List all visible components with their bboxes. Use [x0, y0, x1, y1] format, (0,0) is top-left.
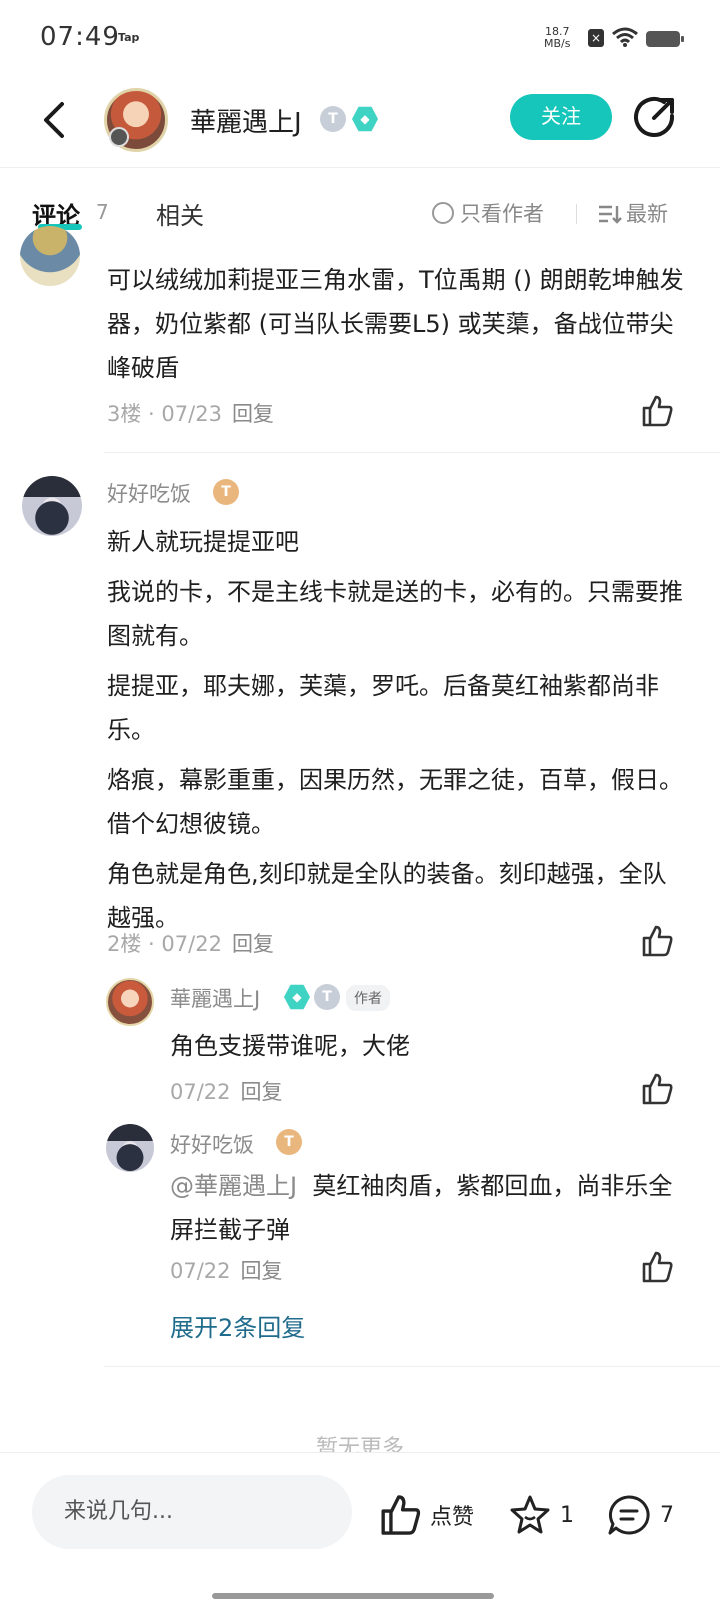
- comment-divider: [104, 1366, 720, 1367]
- follow-button[interactable]: 关注: [510, 94, 612, 140]
- wifi-icon: [612, 27, 638, 47]
- author-name[interactable]: 華麗遇上J: [190, 102, 302, 139]
- comment-meta: 3楼 · 07/23 回复: [107, 402, 274, 426]
- net-speed: 18.7 MB/s: [544, 25, 571, 50]
- expand-replies-link[interactable]: 展开2条回复: [170, 1308, 305, 1343]
- like-icon[interactable]: [640, 1250, 674, 1284]
- back-arrow-icon[interactable]: [36, 98, 76, 142]
- comment-divider: [104, 452, 720, 453]
- level-t2-badge-icon: T: [314, 984, 340, 1010]
- verified-hex-badge-icon: ◆: [352, 106, 378, 132]
- reply-meta: 07/22 回复: [170, 1080, 283, 1104]
- comment-input[interactable]: 来说几句...: [32, 1475, 352, 1549]
- home-indicator: [212, 1593, 494, 1599]
- reply-text: 角色支援带谁呢，大佬: [170, 1032, 410, 1060]
- like-icon[interactable]: [640, 394, 674, 428]
- no-sim-icon: ×: [588, 29, 604, 47]
- comment-tabs: 评论 7 相关 只看作者 最新: [0, 168, 720, 252]
- sort-toggle[interactable]: 最新: [598, 198, 668, 228]
- star-icon: [510, 1495, 550, 1534]
- carrier-tag: Tap: [118, 31, 140, 44]
- tab-related[interactable]: 相关: [156, 196, 204, 231]
- level-t6-badge-icon: T: [213, 479, 239, 505]
- level-t6-badge-icon: T: [276, 1129, 302, 1155]
- top-nav-bar: 華麗遇上J T ◆ 关注: [0, 76, 720, 168]
- battery-icon: [646, 31, 684, 47]
- verified-hex-badge-icon: ◆: [284, 984, 310, 1010]
- avatar-badge-icon: [109, 127, 129, 147]
- share-icon[interactable]: [634, 96, 676, 138]
- replier-name[interactable]: 好好吃饭: [170, 1129, 254, 1159]
- commenter-avatar[interactable]: [22, 476, 82, 536]
- commenter-avatar[interactable]: [20, 226, 80, 286]
- divider: [576, 204, 577, 224]
- commenter-name[interactable]: 好好吃饭: [107, 478, 191, 508]
- reply-button[interactable]: 回复: [241, 1259, 283, 1283]
- bottom-action-bar: 来说几句... 点赞 1 7: [0, 1452, 720, 1600]
- like-icon[interactable]: [640, 924, 674, 958]
- reply-meta: 07/22 回复: [170, 1259, 283, 1283]
- comments-button[interactable]: 7: [606, 1493, 674, 1537]
- like-icon[interactable]: [640, 1072, 674, 1106]
- tab-comments-count: 7: [96, 200, 109, 224]
- author-avatar[interactable]: [104, 88, 168, 152]
- status-bar: 07:49 Tap 18.7 MB/s ×: [0, 0, 720, 76]
- comment-text: 新人就玩提提亚吧 我说的卡，不是主线卡就是送的卡，必有的。只需要推图就有。 提提…: [107, 528, 683, 932]
- favorite-button[interactable]: 1: [508, 1493, 574, 1537]
- reply-button[interactable]: 回复: [241, 1080, 283, 1104]
- author-tag: 作者: [346, 985, 390, 1011]
- level-t2-badge-icon: T: [320, 106, 346, 132]
- replier-avatar[interactable]: [106, 1124, 154, 1172]
- radio-circle-icon: [432, 202, 454, 224]
- thumbs-up-icon: [381, 1495, 421, 1535]
- sort-icon: [599, 205, 622, 224]
- author-only-toggle[interactable]: 只看作者: [432, 198, 544, 228]
- reply-text: @華麗遇上J 莫红袖肉盾，紫都回血，尚非乐全屏拦截子弹: [170, 1172, 673, 1244]
- comment-bubble-icon: [608, 1495, 650, 1535]
- clock: 07:49: [40, 22, 120, 52]
- like-post-button[interactable]: 点赞: [378, 1493, 474, 1537]
- comment-meta: 2楼 · 07/22 回复: [107, 932, 274, 956]
- replier-name[interactable]: 華麗遇上J: [170, 983, 260, 1013]
- replier-avatar[interactable]: [106, 978, 154, 1026]
- mention-link[interactable]: @華麗遇上J: [170, 1172, 297, 1200]
- reply-button[interactable]: 回复: [232, 932, 274, 956]
- comment-text: 可以绒绒加莉提亚三角水雷，T位禹期 () 朗朗乾坤触发器，奶位紫都 (可当队长需…: [107, 266, 684, 382]
- reply-button[interactable]: 回复: [232, 402, 274, 426]
